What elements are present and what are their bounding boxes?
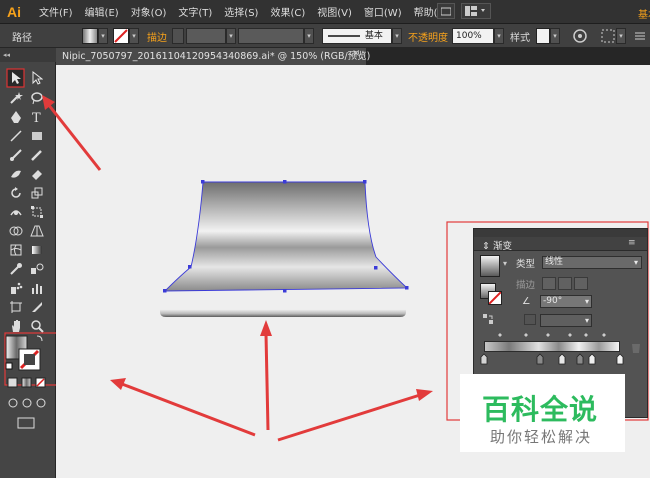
- gradient-type-select[interactable]: 线性 ▾: [542, 256, 642, 269]
- panel-collapse-icon: ⇕: [482, 241, 490, 252]
- gradient-slider[interactable]: [484, 341, 620, 352]
- watermark-title: 百科全说: [482, 393, 599, 426]
- no-stroke-icon: [488, 291, 502, 305]
- panel-menu-icon[interactable]: ≡: [628, 238, 636, 248]
- gradient-panel-titlebar[interactable]: ⇕ 渐变 ≡: [474, 237, 647, 252]
- gradient-preview-dropdown[interactable]: ▾: [503, 259, 507, 268]
- reverse-gradient-button[interactable]: [482, 313, 494, 325]
- stroke-across-button[interactable]: [574, 277, 588, 290]
- angle-icon: ∠: [522, 296, 531, 307]
- aspect-ratio-field[interactable]: ▾: [540, 314, 592, 327]
- chevron-down-icon: ▾: [584, 297, 589, 306]
- stroke-along-button[interactable]: [558, 277, 572, 290]
- gradient-panel-tab[interactable]: ⇕ 渐变: [482, 238, 512, 252]
- aspect-ratio-icon: [524, 314, 536, 325]
- chevron-down-icon: ▾: [633, 258, 638, 267]
- midpoint-markers[interactable]: [474, 331, 644, 341]
- watermark-subtitle: 助你轻松解决: [490, 428, 593, 446]
- type-label: 类型: [516, 259, 536, 270]
- color-stops[interactable]: [474, 353, 644, 367]
- watermark: 百科全说 助你轻松解决: [460, 374, 625, 452]
- stroke-within-button[interactable]: [542, 277, 556, 290]
- angle-field[interactable]: -90° ▾: [540, 295, 592, 308]
- gradient-preview-swatch[interactable]: [480, 255, 500, 277]
- base-plate-shape: [160, 309, 406, 317]
- gradient-type-value: 线性: [545, 257, 564, 267]
- gradient-stroke-swatch[interactable]: [488, 291, 502, 305]
- reverse-icon: [483, 314, 493, 324]
- metal-object-shape: [163, 181, 409, 292]
- stroke-gradient-label: 描边: [516, 280, 536, 291]
- gradient-panel-grip[interactable]: [474, 229, 647, 237]
- angle-value: -90°: [543, 296, 563, 306]
- chevron-down-icon: ▾: [584, 316, 589, 325]
